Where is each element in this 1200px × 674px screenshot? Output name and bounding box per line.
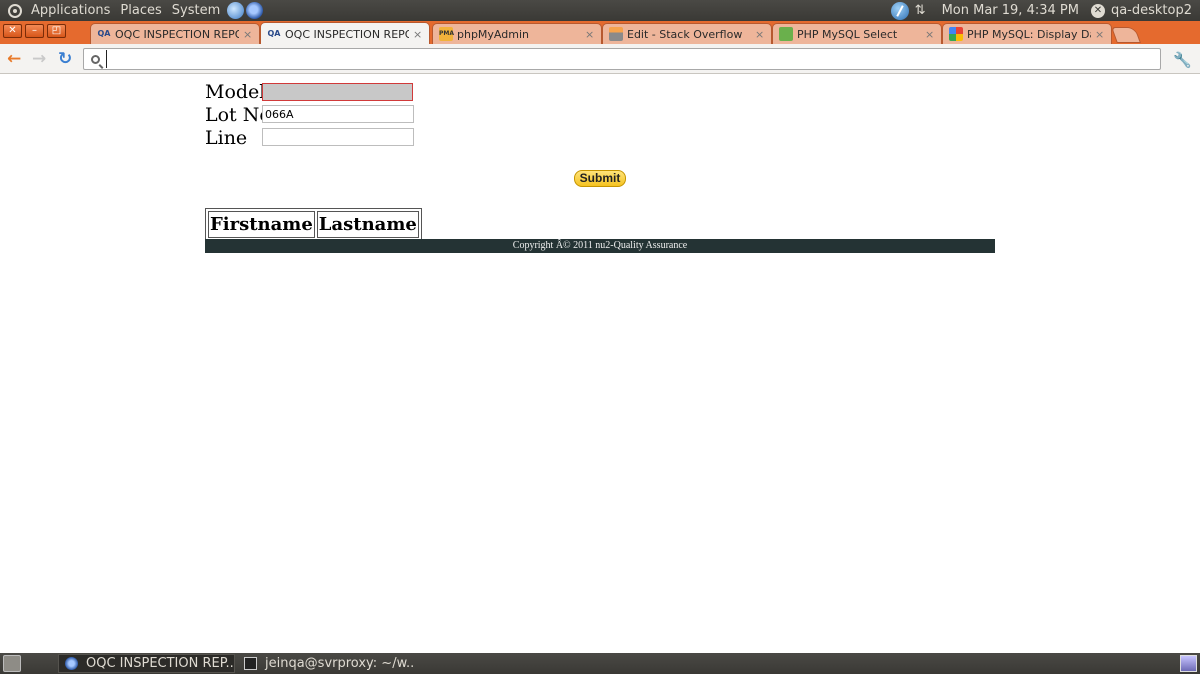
tab-close-icon[interactable]: × — [1095, 28, 1105, 41]
taskbar-item-browser[interactable]: OQC INSPECTION REP... — [58, 654, 235, 673]
firstname-header: Firstname — [208, 211, 315, 238]
table-header-row: Firstname Lastname — [208, 211, 419, 238]
terminal-icon — [244, 657, 257, 670]
ubuntu-logo-icon[interactable] — [8, 3, 22, 18]
tab-close-icon[interactable]: × — [413, 28, 423, 41]
window-close-button[interactable]: ✕ — [3, 24, 22, 38]
show-desktop-icon[interactable] — [3, 655, 21, 672]
chromium-icon — [65, 657, 78, 670]
copyright-footer: Copyright Â© 2011 nu2-Quality Assurance — [205, 239, 995, 253]
line-label: Line — [205, 127, 248, 149]
window-minimize-button[interactable]: – — [25, 24, 44, 38]
applications-menu[interactable]: Applications — [26, 0, 115, 21]
tab-close-icon[interactable]: × — [243, 28, 253, 41]
lastname-header: Lastname — [316, 211, 419, 238]
omnibox-input[interactable] — [106, 50, 1160, 68]
help-launcher-icon[interactable] — [227, 2, 245, 19]
browser-toolbar: ← → ↻ 🔧 — [0, 44, 1200, 74]
tab-strip: ✕ – ◰ QA OQC INSPECTION REPORT × QA OQC … — [0, 21, 1200, 45]
page-content: Model Lot No Line Submit Firstname Lastn… — [0, 75, 1200, 653]
tab-php-mysql-select[interactable]: PHP MySQL Select × — [772, 23, 942, 44]
back-arrow-icon[interactable]: ← — [7, 49, 21, 69]
lot-no-input[interactable] — [262, 105, 414, 123]
model-label: Model — [205, 81, 266, 103]
model-input[interactable] — [262, 83, 413, 101]
network-arrows-icon[interactable]: ⇅ — [915, 3, 926, 18]
power-icon: ✕ — [1090, 3, 1105, 18]
clock[interactable]: Mon Mar 19, 4:34 PM — [942, 3, 1079, 18]
tab-close-icon[interactable]: × — [585, 28, 595, 41]
tab-close-icon[interactable]: × — [755, 28, 765, 41]
tab-stack-overflow[interactable]: Edit - Stack Overflow × — [602, 23, 772, 44]
search-icon — [91, 54, 100, 64]
system-menu[interactable]: System — [167, 0, 225, 21]
line-input[interactable] — [262, 128, 414, 146]
qa-favicon-icon: QA — [97, 29, 111, 38]
network-tray-icon[interactable] — [890, 1, 909, 20]
tab-phpmyadmin[interactable]: PMA phpMyAdmin × — [432, 23, 602, 44]
places-menu[interactable]: Places — [115, 0, 166, 21]
reload-icon[interactable]: ↻ — [58, 49, 72, 69]
forward-arrow-icon[interactable]: → — [32, 49, 46, 69]
qa-favicon-icon: QA — [267, 29, 281, 38]
wrench-menu-icon[interactable]: 🔧 — [1173, 51, 1192, 69]
chromium-launcher-icon[interactable] — [246, 2, 264, 19]
new-tab-button[interactable] — [1111, 27, 1141, 43]
workspace-switcher-icon[interactable] — [1180, 655, 1197, 672]
w3schools-favicon-icon — [779, 27, 793, 41]
submit-button[interactable]: Submit — [574, 170, 626, 187]
top-panel: Applications Places System ⇅ Mon Mar 19,… — [0, 0, 1200, 21]
tab-oqc-report-2[interactable]: QA OQC INSPECTION REPORT × — [260, 22, 430, 45]
user-name: qa-desktop2 — [1110, 3, 1192, 18]
taskbar-item-terminal[interactable]: jeinqa@svrproxy: ~/w... — [238, 654, 415, 673]
stackoverflow-favicon-icon — [609, 27, 623, 41]
omnibox[interactable] — [83, 48, 1161, 70]
lot-no-label: Lot No — [205, 104, 271, 126]
phpmyadmin-favicon-icon: PMA — [439, 27, 454, 41]
user-menu[interactable]: ✕ qa-desktop2 — [1090, 3, 1192, 18]
bottom-panel: OQC INSPECTION REP... jeinqa@svrproxy: ~… — [0, 653, 1200, 674]
google-favicon-icon — [949, 27, 963, 41]
tab-close-icon[interactable]: × — [925, 28, 935, 41]
tab-php-mysql-display[interactable]: PHP MySQL: Display Data × — [942, 23, 1112, 44]
tab-oqc-report-1[interactable]: QA OQC INSPECTION REPORT × — [90, 23, 260, 44]
results-table: Firstname Lastname — [205, 208, 422, 241]
window-restore-button[interactable]: ◰ — [47, 24, 66, 38]
